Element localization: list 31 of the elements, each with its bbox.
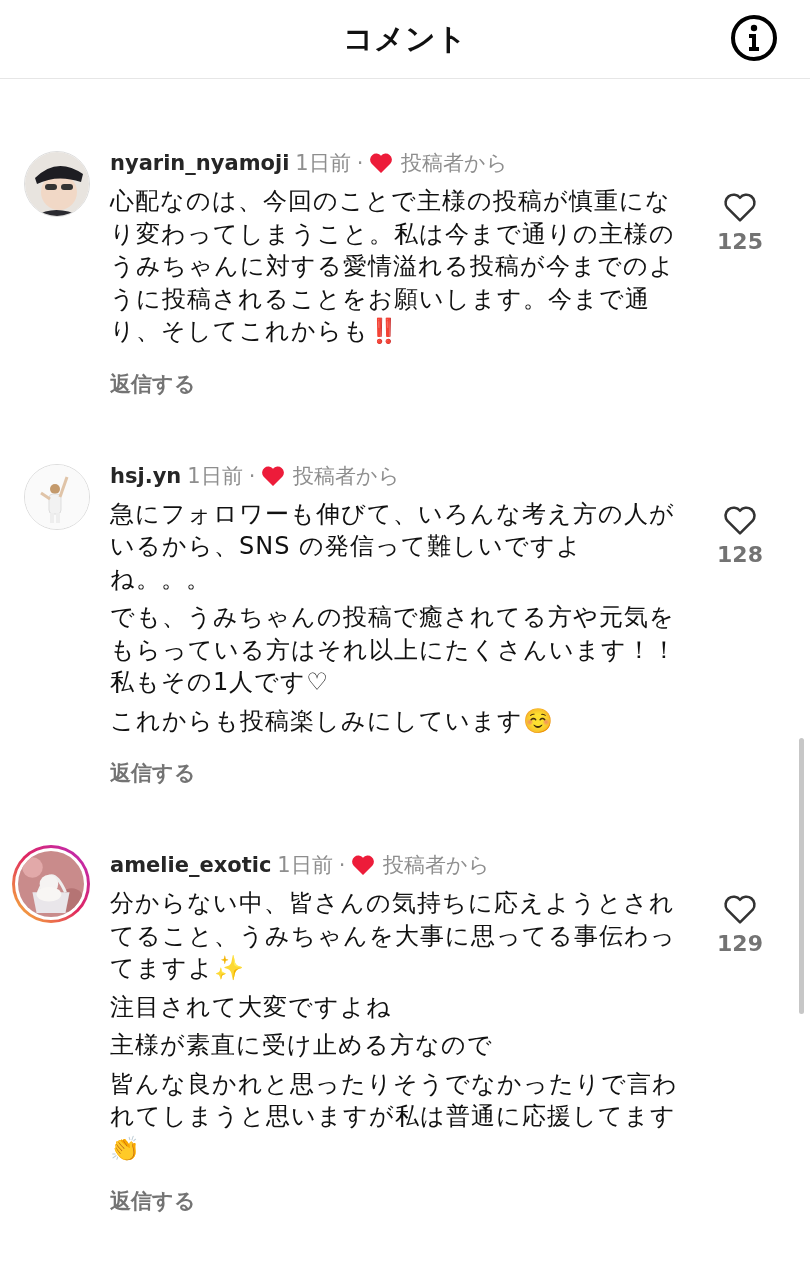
reply-link[interactable]: 返信する [110, 369, 196, 398]
like-count: 128 [717, 541, 763, 567]
comment-text: これからも投稿楽しみにしています☺ [110, 705, 555, 737]
separator-dot: · [248, 462, 256, 490]
reply-link[interactable]: 返信する [110, 1187, 196, 1215]
comment-text: 主様が素直に受け止める方なので [110, 1030, 494, 1061]
comment-time: 1日前 [277, 852, 333, 879]
comment-time: 1日前 [295, 150, 351, 177]
heart-icon[interactable] [723, 191, 757, 223]
username[interactable]: amelie_exotic [110, 849, 272, 881]
info-icon[interactable] [730, 14, 778, 62]
comment-text: 急にフォロワーも伸びて、いろんな考え方の人がいるから、SNS の発信って難しいですよね。。。 [110, 498, 676, 595]
like-count: 125 [717, 229, 763, 254]
comment-text: 皆んな良かれと思ったりそうでなかったりで言われてしまうと思いますが私は普通に応援してます👏 [110, 1068, 679, 1165]
comment-time: 1日前 [187, 462, 243, 490]
author-label: 投稿者から [383, 852, 491, 879]
reply-link[interactable]: 返信する [110, 759, 196, 787]
like-count: 129 [717, 931, 763, 956]
separator-dot: · [338, 852, 346, 879]
username[interactable]: hsj.yn [110, 459, 182, 492]
comment-text: でも、うみちゃんの投稿で癒されてる方や元気をもらっている方はそれ以上にたくさんいます！！私もその1人です♡ [110, 602, 678, 698]
comment-text: 心配なのは、今回のことで主様の投稿が慎重になり変わってしまうこと。私は今まで通りの主様のうみちゃんに対する愛情溢れる投稿が今までのように投稿されることをお願いします。今まで通り、そしてこれからも‼ [110, 186, 676, 347]
comment-text: 注目されて大変ですよね [110, 991, 393, 1023]
author-label: 投稿者から [401, 150, 509, 177]
username[interactable]: nyarin_nyamoji [110, 147, 290, 179]
heart-icon[interactable] [723, 893, 757, 925]
separator-dot: · [356, 150, 364, 177]
author-label: 投稿者から [293, 462, 401, 490]
screen-title: コメント [343, 19, 467, 58]
heart-icon[interactable] [723, 503, 757, 536]
comment-text: 分からない中、皆さんの気持ちに応えようとされてること、うみちゃんを大事に思ってる事伝わってますよ✨ [110, 888, 677, 984]
